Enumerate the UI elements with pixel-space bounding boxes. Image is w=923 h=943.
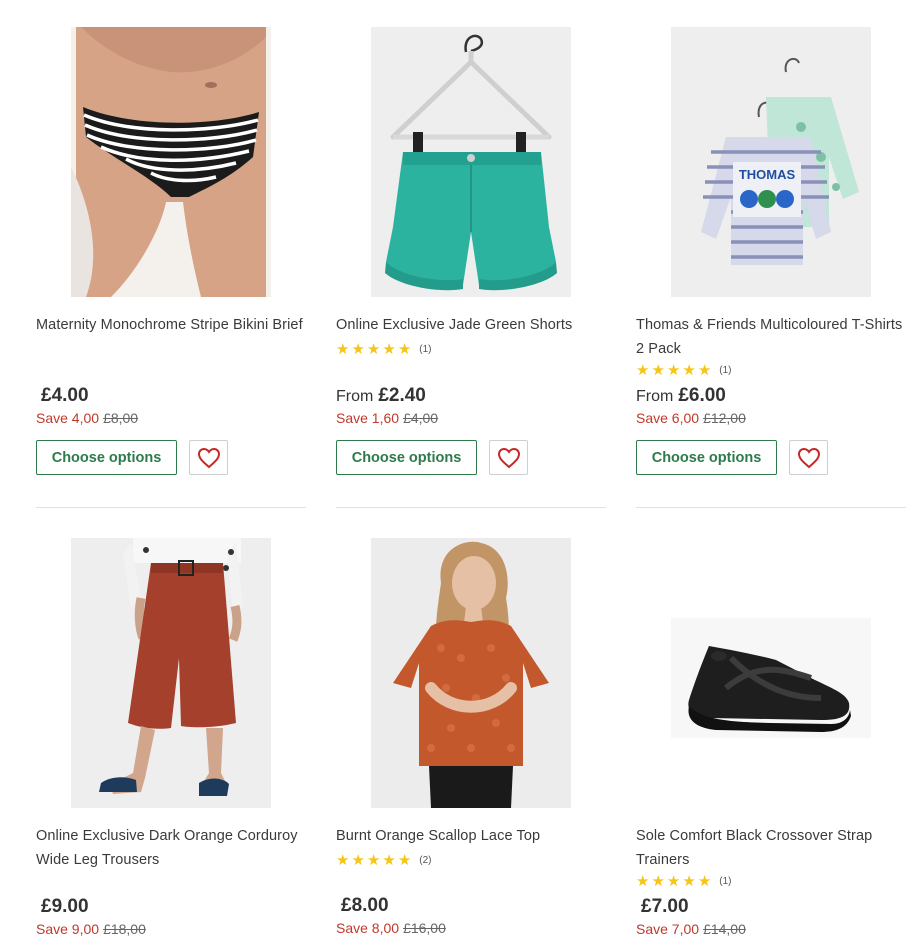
save-amount: Save 1,60 — [336, 410, 400, 426]
wishlist-button[interactable] — [789, 440, 828, 475]
star-icon: ★ — [666, 872, 681, 890]
star-icon: ★ — [351, 340, 365, 358]
star-icon: ★ — [697, 361, 712, 379]
star-icon: ★ — [366, 851, 381, 869]
product-price: £8.00 — [336, 895, 389, 917]
save-amount: Save 9,00 — [36, 921, 100, 937]
product-title[interactable]: Thomas & Friends Multicoloured T-Shirts … — [636, 313, 911, 361]
was-price: £12,00 — [703, 410, 746, 426]
was-price: £14,00 — [703, 921, 746, 937]
tshirt-print-text: THOMAS — [739, 167, 796, 182]
choose-options-button[interactable]: Choose options — [336, 440, 477, 475]
product-price: £9.00 — [36, 896, 89, 918]
star-rating[interactable]: ★ ★ ★ ★ ★ (1) — [636, 872, 732, 890]
product-image-tshirts[interactable]: THOMAS — [671, 27, 871, 297]
divider — [36, 507, 306, 508]
review-count: (1) — [419, 343, 432, 355]
review-count: (2) — [419, 854, 432, 866]
review-count: (1) — [719, 875, 732, 887]
save-text: Save 7,00 £14,00 — [636, 921, 746, 937]
star-icon: ★ — [666, 361, 681, 379]
was-price: £4,00 — [403, 410, 439, 426]
save-text: Save 4,00 £8,00 — [36, 410, 138, 426]
product-price: From £6.00 — [636, 385, 726, 407]
save-amount: Save 7,00 — [636, 921, 700, 937]
star-icon: ★ — [382, 340, 396, 358]
heart-icon — [797, 447, 820, 468]
product-price: From £2.40 — [336, 385, 426, 407]
product-image-trainers[interactable] — [671, 538, 871, 808]
choose-options-button[interactable]: Choose options — [36, 440, 177, 475]
product-price: £4.00 — [36, 385, 89, 407]
star-icon: ★ — [397, 851, 412, 869]
heart-icon — [197, 447, 220, 468]
wishlist-button[interactable] — [189, 440, 228, 475]
product-image-green-shorts[interactable] — [371, 27, 571, 297]
star-icon: ★ — [351, 851, 365, 869]
product-title[interactable]: Maternity Monochrome Stripe Bikini Brief — [36, 313, 311, 337]
star-icon: ★ — [636, 872, 650, 890]
save-text: Save 9,00 £18,00 — [36, 921, 146, 937]
price-value: £7.00 — [641, 896, 689, 917]
star-icon: ★ — [336, 340, 350, 358]
heart-icon — [497, 447, 520, 468]
price-value: £2.40 — [378, 385, 426, 406]
was-price: £18,00 — [103, 921, 146, 937]
star-icon: ★ — [697, 872, 712, 890]
star-icon: ★ — [651, 872, 665, 890]
star-icon: ★ — [382, 851, 396, 869]
star-icon: ★ — [636, 361, 650, 379]
price-value: £8.00 — [341, 895, 389, 916]
product-title[interactable]: Burnt Orange Scallop Lace Top — [336, 824, 611, 848]
save-text: Save 8,00 £16,00 — [336, 920, 446, 936]
star-rating[interactable]: ★ ★ ★ ★ ★ (2) — [336, 851, 432, 869]
star-icon: ★ — [336, 851, 350, 869]
star-icon: ★ — [682, 361, 696, 379]
price-from-label: From — [336, 388, 374, 405]
save-amount: Save 6,00 — [636, 410, 700, 426]
save-text: Save 6,00 £12,00 — [636, 410, 746, 426]
product-image-trousers[interactable] — [71, 538, 271, 808]
price-value: £6.00 — [678, 385, 726, 406]
was-price: £8,00 — [103, 410, 139, 426]
divider — [636, 507, 906, 508]
product-title[interactable]: Online Exclusive Jade Green Shorts — [336, 313, 611, 337]
price-from-label: From — [636, 388, 674, 405]
star-rating[interactable]: ★ ★ ★ ★ ★ (1) — [636, 361, 732, 379]
product-title[interactable]: Online Exclusive Dark Orange Corduroy Wi… — [36, 824, 311, 872]
divider — [336, 507, 606, 508]
star-icon: ★ — [651, 361, 665, 379]
wishlist-button[interactable] — [489, 440, 528, 475]
was-price: £16,00 — [403, 920, 446, 936]
save-amount: Save 4,00 — [36, 410, 100, 426]
star-icon: ★ — [366, 340, 381, 358]
star-rating[interactable]: ★ ★ ★ ★ ★ (1) — [336, 340, 432, 358]
star-icon: ★ — [397, 340, 412, 358]
star-icon: ★ — [682, 872, 696, 890]
review-count: (1) — [719, 364, 732, 376]
save-text: Save 1,60 £4,00 — [336, 410, 438, 426]
price-value: £4.00 — [41, 385, 89, 406]
product-image-bikini-brief[interactable] — [71, 27, 271, 297]
save-amount: Save 8,00 — [336, 920, 400, 936]
product-image-lace-top[interactable] — [371, 538, 571, 808]
choose-options-button[interactable]: Choose options — [636, 440, 777, 475]
product-title[interactable]: Sole Comfort Black Crossover Strap Train… — [636, 824, 911, 872]
price-value: £9.00 — [41, 896, 89, 917]
product-price: £7.00 — [636, 896, 689, 918]
